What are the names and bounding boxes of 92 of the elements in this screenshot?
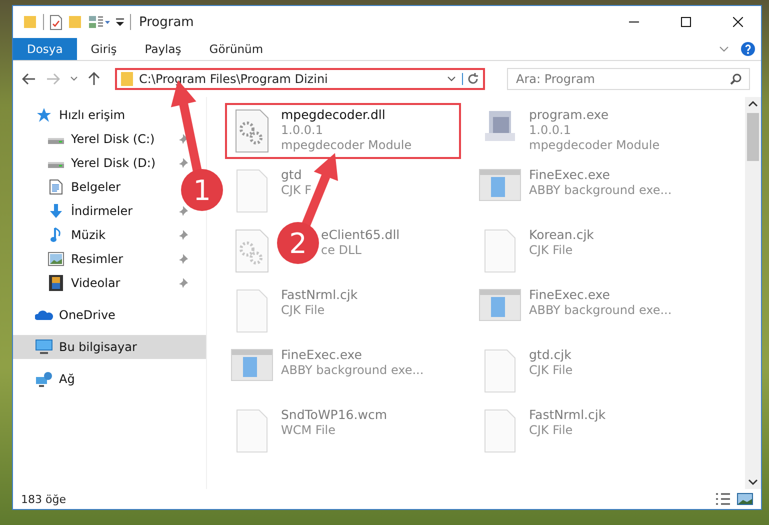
sidebar-item[interactable]: İndirmeler (47, 199, 137, 223)
star-icon (36, 107, 52, 123)
file-icon (484, 409, 516, 453)
file-detail: ABBY background exe... (529, 183, 672, 197)
file-name[interactable]: Korean.cjk (529, 227, 594, 242)
file-detail: ce DLL (321, 243, 362, 257)
scroll-thumb[interactable] (747, 113, 759, 161)
gear-file-icon (235, 229, 269, 273)
sidebar-item[interactable]: Yerel Disk (D:) (47, 151, 160, 175)
file-icon (484, 229, 516, 273)
sidebar-item[interactable]: Bu bilgisayar (35, 335, 141, 359)
file-detail: CJK File (529, 363, 573, 377)
pin-icon[interactable] (178, 254, 188, 264)
back-arrow-icon (22, 73, 36, 85)
pin-icon[interactable] (178, 230, 188, 240)
network-icon (35, 371, 53, 387)
download-arrow-icon (48, 203, 64, 219)
file-icon (236, 409, 268, 453)
pin-icon[interactable] (178, 158, 188, 168)
ribbon-tab[interactable]: Giriş (76, 38, 131, 60)
step-badge: 1 (181, 169, 223, 211)
pin-icon[interactable] (178, 134, 188, 144)
maximize-icon (681, 17, 691, 27)
folder-icon (121, 72, 133, 86)
large-icons-view-icon[interactable] (737, 493, 753, 505)
file-detail: CJK File (529, 243, 574, 257)
file-detail: WCM File (281, 423, 336, 437)
refresh-icon[interactable] (462, 73, 479, 85)
close-icon (733, 17, 743, 27)
window-icon (479, 289, 521, 321)
window-icon (479, 169, 521, 201)
file-name[interactable]: eClient65.dll (321, 227, 400, 242)
details-view-icon[interactable] (715, 493, 731, 505)
file-name[interactable]: FineExec.exe (281, 347, 424, 362)
file-detail: mpegdecoder Module (529, 138, 660, 152)
file-name[interactable]: SndToWP16.wcm (281, 407, 387, 422)
sidebar-item[interactable]: Müzik (47, 223, 110, 247)
search-field[interactable]: Ara: Program (507, 68, 750, 90)
file-name[interactable]: mpegdecoder.dll (281, 107, 412, 122)
sidebar-item[interactable]: Hızlı erişim (35, 103, 130, 127)
file-icon (236, 169, 268, 213)
properties-icon[interactable] (50, 14, 62, 30)
scrollbar[interactable] (745, 97, 761, 489)
minimize-icon (629, 21, 639, 23)
gear-file-icon (235, 109, 269, 153)
dropdown-icon[interactable] (447, 76, 456, 82)
sidebar-item[interactable]: Ağ (35, 367, 79, 391)
file-name[interactable]: gtd.cjk (529, 347, 573, 362)
sidebar-item[interactable]: Belgeler (47, 175, 125, 199)
item-count: 183 öğe (21, 492, 67, 506)
sidebar-item[interactable]: Yerel Disk (C:) (47, 127, 159, 151)
ribbon-tab[interactable]: Dosya (13, 38, 77, 60)
forward-arrow-icon (46, 73, 60, 85)
file-detail: ABBY background exe... (529, 303, 672, 317)
address-bar[interactable]: C:\Program Files\Program Dizini (115, 68, 485, 90)
file-icon (484, 349, 516, 393)
file-name[interactable]: FastNrml.cjk (281, 287, 358, 302)
file-detail: CJK File (281, 303, 326, 317)
chevron-down-icon (70, 76, 78, 82)
document-icon (49, 179, 63, 195)
help-icon[interactable] (741, 42, 755, 56)
sidebar-item[interactable]: Videolar (47, 271, 124, 295)
view-menu-icon[interactable] (88, 15, 110, 29)
file-detail: mpegdecoder Module (281, 138, 412, 152)
file-name[interactable]: gtd (281, 167, 312, 182)
cloud-icon (35, 309, 53, 321)
file-name[interactable]: FineExec.exe (529, 287, 672, 302)
pin-icon[interactable] (178, 206, 188, 216)
file-name[interactable]: FineExec.exe (529, 167, 672, 182)
sidebar-item[interactable]: Resimler (47, 247, 128, 271)
window-icon (231, 349, 273, 381)
image-icon (48, 252, 64, 266)
film-icon (49, 275, 63, 291)
file-name[interactable]: program.exe (529, 107, 660, 122)
chevron-down-icon[interactable] (719, 46, 729, 52)
file-detail: 1.0.0.1 (281, 123, 324, 137)
customize-dropdown-icon[interactable] (116, 17, 124, 27)
file-detail: CJK File (529, 423, 574, 437)
file-detail: 1.0.0.1 (529, 123, 572, 137)
file-detail: CJK F (281, 183, 312, 197)
pin-icon[interactable] (178, 278, 188, 288)
up-arrow-icon (88, 72, 100, 86)
file-icon (236, 289, 268, 333)
monitor-icon (35, 339, 53, 355)
sidebar-item[interactable]: OneDrive (35, 303, 120, 327)
step-badge: 2 (277, 222, 319, 264)
ribbon-tab[interactable]: Görünüm (195, 38, 278, 60)
ribbon-tab[interactable]: Paylaş (130, 38, 196, 60)
file-detail: ABBY background exe... (281, 363, 424, 377)
music-note-icon (50, 227, 62, 243)
file-name[interactable]: FastNrml.cjk (529, 407, 606, 422)
window-title: Program (139, 14, 195, 30)
